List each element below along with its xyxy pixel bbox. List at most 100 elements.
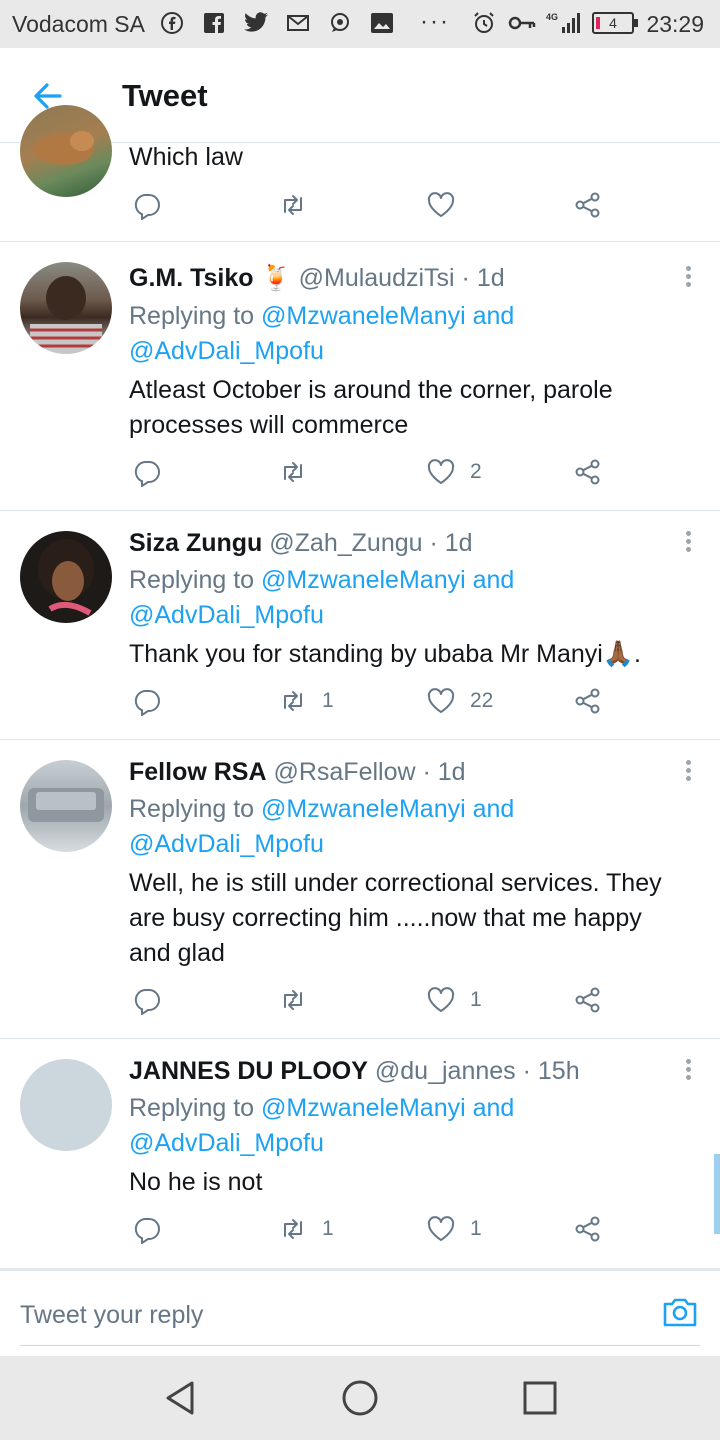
reply-button[interactable]	[132, 457, 162, 487]
separator: ·	[429, 529, 438, 557]
share-button[interactable]	[573, 985, 603, 1015]
status-bar: Vodacom SA ··· 4G 4 23:29	[0, 0, 720, 48]
retweet-button[interactable]	[278, 457, 308, 487]
more-icon[interactable]	[684, 266, 692, 292]
facebook-circle-icon	[158, 10, 186, 36]
mention-link[interactable]: @AdvDali_Mpofu	[129, 337, 324, 365]
share-button[interactable]	[573, 1214, 603, 1244]
share-icon	[575, 459, 600, 485]
author-handle[interactable]: @MulaudziTsi	[299, 264, 455, 292]
reply-icon	[134, 1218, 160, 1244]
nav-back-icon[interactable]	[160, 1378, 200, 1418]
app-header: Tweet	[0, 48, 720, 143]
tweet-actions: 1	[0, 985, 720, 1025]
mention-and[interactable]: and	[473, 795, 515, 823]
more-icon[interactable]	[684, 531, 692, 557]
tweet-item[interactable]: Which law	[0, 105, 720, 242]
tweet-time: 15h	[537, 1057, 580, 1085]
replying-to: Replying to @MzwaneleManyi and @AdvDali_…	[129, 563, 689, 633]
mention-link[interactable]: @AdvDali_Mpofu	[129, 830, 324, 858]
more-icon[interactable]	[684, 1059, 692, 1085]
mention-and[interactable]: and	[473, 302, 515, 330]
like-icon	[427, 688, 455, 713]
reply-input[interactable]: Tweet your reply	[20, 1301, 203, 1330]
retweet-icon	[284, 1219, 302, 1239]
reply-button[interactable]	[132, 1214, 162, 1244]
reply-button[interactable]	[132, 985, 162, 1015]
tweet-item[interactable]: Siza Zungu @Zah_Zungu · 1d Replying to @…	[0, 511, 720, 740]
share-icon	[575, 192, 600, 218]
author-handle[interactable]: @du_jannes	[375, 1057, 516, 1085]
like-button[interactable]: 2	[426, 457, 482, 487]
author-handle[interactable]: @RsaFellow	[273, 758, 415, 786]
avatar[interactable]	[20, 105, 112, 197]
mention-and[interactable]: and	[473, 1094, 515, 1122]
mention-link[interactable]: @MzwaneleManyi	[261, 566, 466, 594]
tweet-item[interactable]: G.M. Tsiko 🍹 @MulaudziTsi · 1d Replying …	[0, 242, 720, 511]
reply-composer[interactable]: Tweet your reply	[0, 1268, 720, 1356]
reply-icon	[134, 461, 160, 487]
key-icon	[508, 10, 536, 36]
tweet-header: Siza Zungu @Zah_Zungu · 1d	[129, 529, 473, 558]
carrier-label: Vodacom SA	[12, 11, 145, 37]
mention-and[interactable]: and	[473, 566, 515, 594]
avatar[interactable]	[20, 1059, 112, 1151]
mention-link[interactable]: @AdvDali_Mpofu	[129, 601, 324, 629]
more-icon[interactable]	[684, 760, 692, 786]
author-name[interactable]: Siza Zungu	[129, 529, 262, 557]
like-icon	[427, 987, 455, 1012]
like-count: 2	[470, 460, 482, 483]
tweet-header: JANNES DU PLOOY @du_jannes · 15h	[129, 1057, 580, 1086]
author-name[interactable]: G.M. Tsiko	[129, 264, 254, 292]
tweet-actions: 1 22	[0, 686, 720, 726]
reply-button[interactable]	[132, 190, 162, 220]
twitter-icon	[242, 10, 270, 36]
author-handle[interactable]: @Zah_Zungu	[269, 529, 422, 557]
share-button[interactable]	[573, 457, 603, 487]
replying-prefix: Replying to	[129, 1094, 255, 1122]
like-button[interactable]: 1	[426, 985, 482, 1015]
battery-icon: 4	[592, 12, 638, 34]
mention-link[interactable]: @MzwaneleManyi	[261, 302, 466, 330]
network-type-label: 4G	[546, 12, 558, 22]
tweet-item[interactable]: JANNES DU PLOOY @du_jannes · 15h Replyin…	[0, 1039, 720, 1268]
author-name[interactable]: Fellow RSA	[129, 758, 267, 786]
share-button[interactable]	[573, 686, 603, 716]
mention-link[interactable]: @AdvDali_Mpofu	[129, 1129, 324, 1157]
replying-to: Replying to @MzwaneleManyi and @AdvDali_…	[129, 792, 689, 862]
reply-button[interactable]	[132, 686, 162, 716]
mention-link[interactable]: @MzwaneleManyi	[261, 1094, 466, 1122]
like-button[interactable]	[426, 190, 456, 220]
reply-icon	[134, 690, 160, 716]
replying-prefix: Replying to	[129, 795, 255, 823]
tweet-time: 1d	[444, 529, 473, 557]
retweet-button[interactable]: 1	[278, 1214, 334, 1244]
separator: ·	[461, 264, 470, 292]
retweet-button[interactable]: 1	[278, 686, 334, 716]
camera-icon[interactable]	[662, 1295, 698, 1329]
author-name[interactable]: JANNES DU PLOOY	[129, 1057, 368, 1085]
avatar[interactable]	[20, 531, 112, 623]
retweet-button[interactable]	[278, 190, 308, 220]
retweet-icon	[284, 990, 302, 1010]
avatar[interactable]	[20, 262, 112, 354]
facebook-icon	[200, 10, 228, 36]
replying-to: Replying to @MzwaneleManyi and @AdvDali_…	[129, 299, 689, 369]
like-count: 1	[470, 1217, 482, 1240]
share-button[interactable]	[573, 190, 603, 220]
like-button[interactable]: 22	[426, 686, 493, 716]
nav-recents-icon[interactable]	[520, 1378, 560, 1418]
reply-underline	[20, 1345, 700, 1346]
share-icon	[575, 1216, 600, 1242]
like-button[interactable]: 1	[426, 1214, 482, 1244]
tweet-item[interactable]: Fellow RSA @RsaFellow · 1d Replying to @…	[0, 740, 720, 1039]
nav-home-icon[interactable]	[340, 1378, 380, 1418]
scrollbar[interactable]	[714, 1154, 720, 1234]
system-icons: 4G 4	[470, 10, 638, 36]
like-icon	[427, 1216, 455, 1241]
avatar[interactable]	[20, 760, 112, 852]
retweet-count: 1	[322, 1217, 334, 1240]
tweet-header: Fellow RSA @RsaFellow · 1d	[129, 758, 466, 787]
retweet-button[interactable]	[278, 985, 308, 1015]
mention-link[interactable]: @MzwaneleManyi	[261, 795, 466, 823]
